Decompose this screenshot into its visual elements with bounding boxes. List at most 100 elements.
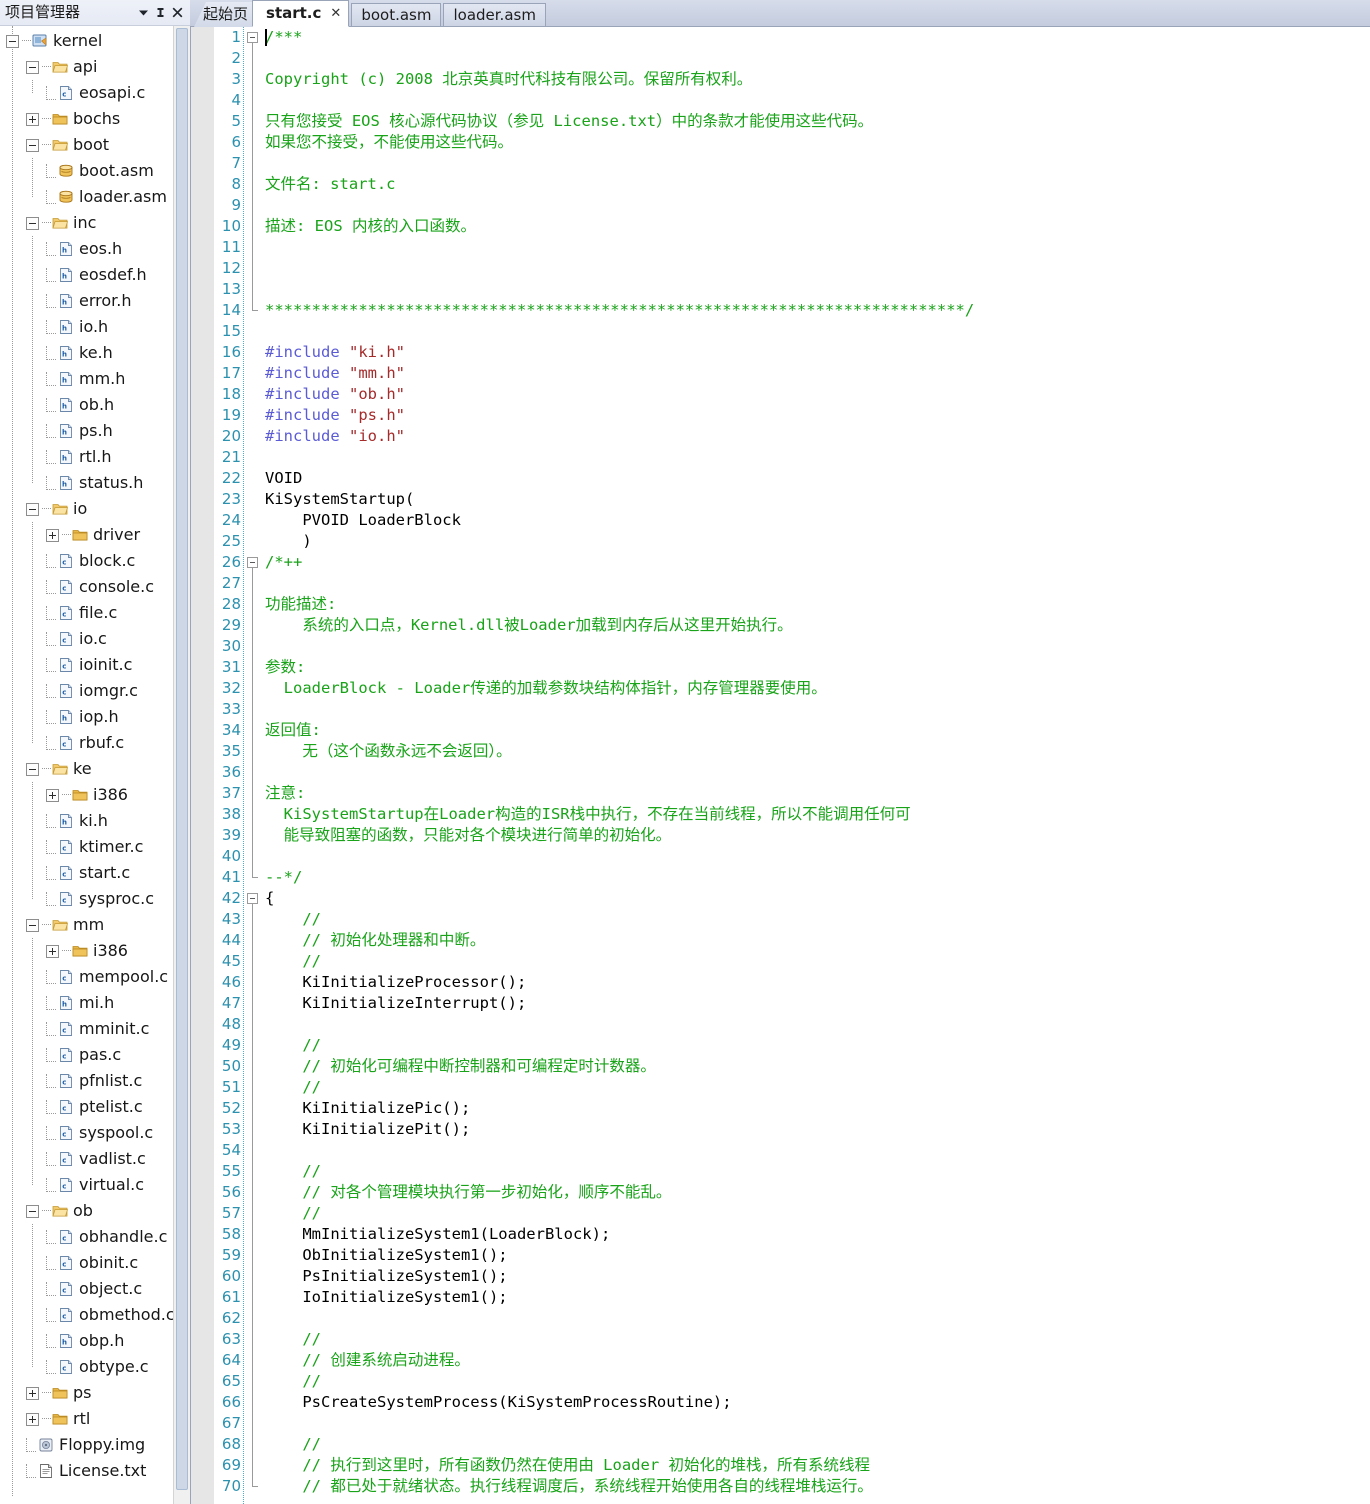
tree-item-eos-h[interactable]: h eos.h [0,236,190,262]
code-editor[interactable]: 1 2 3 4 5 6 7 8 9 10 11 12 13 14 15 16 17 18 19 20 21 22 23 24 2… [190,27,1370,1504]
code-line[interactable]: // 对各个管理模块执行第一步初始化，顺序不能乱。 [265,1182,1370,1203]
code-line[interactable]: // 创建系统启动进程。 [265,1350,1370,1371]
code-line[interactable] [265,1413,1370,1434]
code-line[interactable]: 能导致阻塞的函数，只能对各个模块进行简单的初始化。 [265,825,1370,846]
tree-item-kernel[interactable]: kernel [0,28,190,54]
tree-item-ke[interactable]: ke [0,756,190,782]
collapse-icon[interactable] [6,34,19,48]
tree-item-obp-h[interactable]: h obp.h [0,1328,190,1354]
code-line[interactable]: 只有您接受 EOS 核心源代码协议（参见 License.txt）中的条款才能使… [265,111,1370,132]
code-line[interactable] [265,195,1370,216]
tree-item-mminit-c[interactable]: c mminit.c [0,1016,190,1042]
code-line[interactable] [265,762,1370,783]
code-line[interactable]: 描述: EOS 内核的入口函数。 [265,216,1370,237]
code-line[interactable]: // [265,951,1370,972]
code-line[interactable] [265,48,1370,69]
tree-item-console-c[interactable]: c console.c [0,574,190,600]
tree-item-ps[interactable]: ps [0,1380,190,1406]
tree-item-error-h[interactable]: h error.h [0,288,190,314]
tree-item-bochs[interactable]: bochs [0,106,190,132]
tree-item-ob-h[interactable]: h ob.h [0,392,190,418]
code-line[interactable]: PVOID LoaderBlock [265,510,1370,531]
tree-item-loader-asm[interactable]: loader.asm [0,184,190,210]
code-line[interactable]: 无（这个函数永远不会返回）。 [265,741,1370,762]
tree-item-obmethod-c[interactable]: c obmethod.c [0,1302,190,1328]
tab-boot-asm[interactable]: boot.asm [351,3,442,27]
tree-item-rtl-h[interactable]: h rtl.h [0,444,190,470]
tree-item-pfnlist-c[interactable]: c pfnlist.c [0,1068,190,1094]
tree-item-mempool-c[interactable]: c mempool.c [0,964,190,990]
collapse-icon[interactable] [26,762,39,776]
tree-item-vadlist-c[interactable]: c vadlist.c [0,1146,190,1172]
code-line[interactable]: { [265,888,1370,909]
tree-item-virtual-c[interactable]: c virtual.c [0,1172,190,1198]
expand-icon[interactable] [46,944,59,958]
code-line[interactable]: KiInitializePic(); [265,1098,1370,1119]
tab-loader-asm[interactable]: loader.asm [443,3,546,27]
tree-item-inc[interactable]: inc [0,210,190,236]
tree-item-obhandle-c[interactable]: c obhandle.c [0,1224,190,1250]
dropdown-icon[interactable] [135,4,152,21]
tree-item-api[interactable]: api [0,54,190,80]
code-line[interactable]: KiInitializePit(); [265,1119,1370,1140]
tree-item-syspool-c[interactable]: c syspool.c [0,1120,190,1146]
tree-item-ktimer-c[interactable]: c ktimer.c [0,834,190,860]
code-line[interactable]: --*/ [265,867,1370,888]
code-line[interactable]: PsCreateSystemProcess(KiSystemProcessRou… [265,1392,1370,1413]
code-line[interactable]: 功能描述: [265,594,1370,615]
code-line[interactable]: /*++ [265,552,1370,573]
tree-item-status-h[interactable]: h status.h [0,470,190,496]
tree-item-io-c[interactable]: c io.c [0,626,190,652]
expand-icon[interactable] [46,788,59,802]
code-line[interactable] [265,1014,1370,1035]
tree-item-io[interactable]: io [0,496,190,522]
collapse-icon[interactable] [26,1204,39,1218]
code-line[interactable]: #include "ob.h" [265,384,1370,405]
code-line[interactable]: Copyright (c) 2008 北京英真时代科技有限公司。保留所有权利。 [265,69,1370,90]
code-line[interactable]: #include "io.h" [265,426,1370,447]
code-line[interactable]: ****************************************… [265,300,1370,321]
code-line[interactable]: // [265,1203,1370,1224]
tree-item-iop-h[interactable]: h iop.h [0,704,190,730]
tree-item-rbuf-c[interactable]: c rbuf.c [0,730,190,756]
tree-item-i386[interactable]: i386 [0,938,190,964]
code-line[interactable]: // [265,1329,1370,1350]
code-line[interactable] [265,279,1370,300]
tree-item-file-c[interactable]: c file.c [0,600,190,626]
code-line[interactable]: // [265,1077,1370,1098]
code-line[interactable] [265,699,1370,720]
tree-item-iomgr-c[interactable]: c iomgr.c [0,678,190,704]
code-line[interactable]: 系统的入口点，Kernel.dll被Loader加载到内存后从这里开始执行。 [265,615,1370,636]
code-line[interactable]: // [265,909,1370,930]
code-line[interactable]: #include "ki.h" [265,342,1370,363]
tree-item-boot-asm[interactable]: boot.asm [0,158,190,184]
tree-item-license-txt[interactable]: License.txt [0,1458,190,1484]
expand-icon[interactable] [26,1412,39,1426]
code-line[interactable]: KiInitializeProcessor(); [265,972,1370,993]
collapse-icon[interactable] [26,216,39,230]
code-line[interactable]: LoaderBlock - Loader传递的加载参数块结构体指针，内存管理器要… [265,678,1370,699]
project-tree[interactable]: kernel api c eosapi.c bochs boot boot.asm loade… [0,26,190,1504]
code-line[interactable] [265,90,1370,111]
code-line[interactable]: // [265,1035,1370,1056]
tree-item-object-c[interactable]: c object.c [0,1276,190,1302]
tree-item-ke-h[interactable]: h ke.h [0,340,190,366]
tab-close-icon[interactable]: ✕ [330,7,341,20]
expand-icon[interactable] [26,112,39,126]
tree-item-block-c[interactable]: c block.c [0,548,190,574]
tree-item-ps-h[interactable]: h ps.h [0,418,190,444]
tree-item-mm-h[interactable]: h mm.h [0,366,190,392]
expand-icon[interactable] [26,1386,39,1400]
code-line[interactable] [265,573,1370,594]
tree-item-ptelist-c[interactable]: c ptelist.c [0,1094,190,1120]
code-line[interactable]: // [265,1371,1370,1392]
sidebar-scrollbar-thumb[interactable] [176,28,188,1490]
sidebar-scrollbar[interactable] [173,26,190,1504]
code-line[interactable]: MmInitializeSystem1(LoaderBlock); [265,1224,1370,1245]
tree-item-mm[interactable]: mm [0,912,190,938]
code-line[interactable]: PsInitializeSystem1(); [265,1266,1370,1287]
tree-item-ob[interactable]: ob [0,1198,190,1224]
code-line[interactable]: /*** [265,27,1370,48]
tab-start-c[interactable]: start.c ✕ [252,0,350,27]
collapse-icon[interactable] [26,60,39,74]
